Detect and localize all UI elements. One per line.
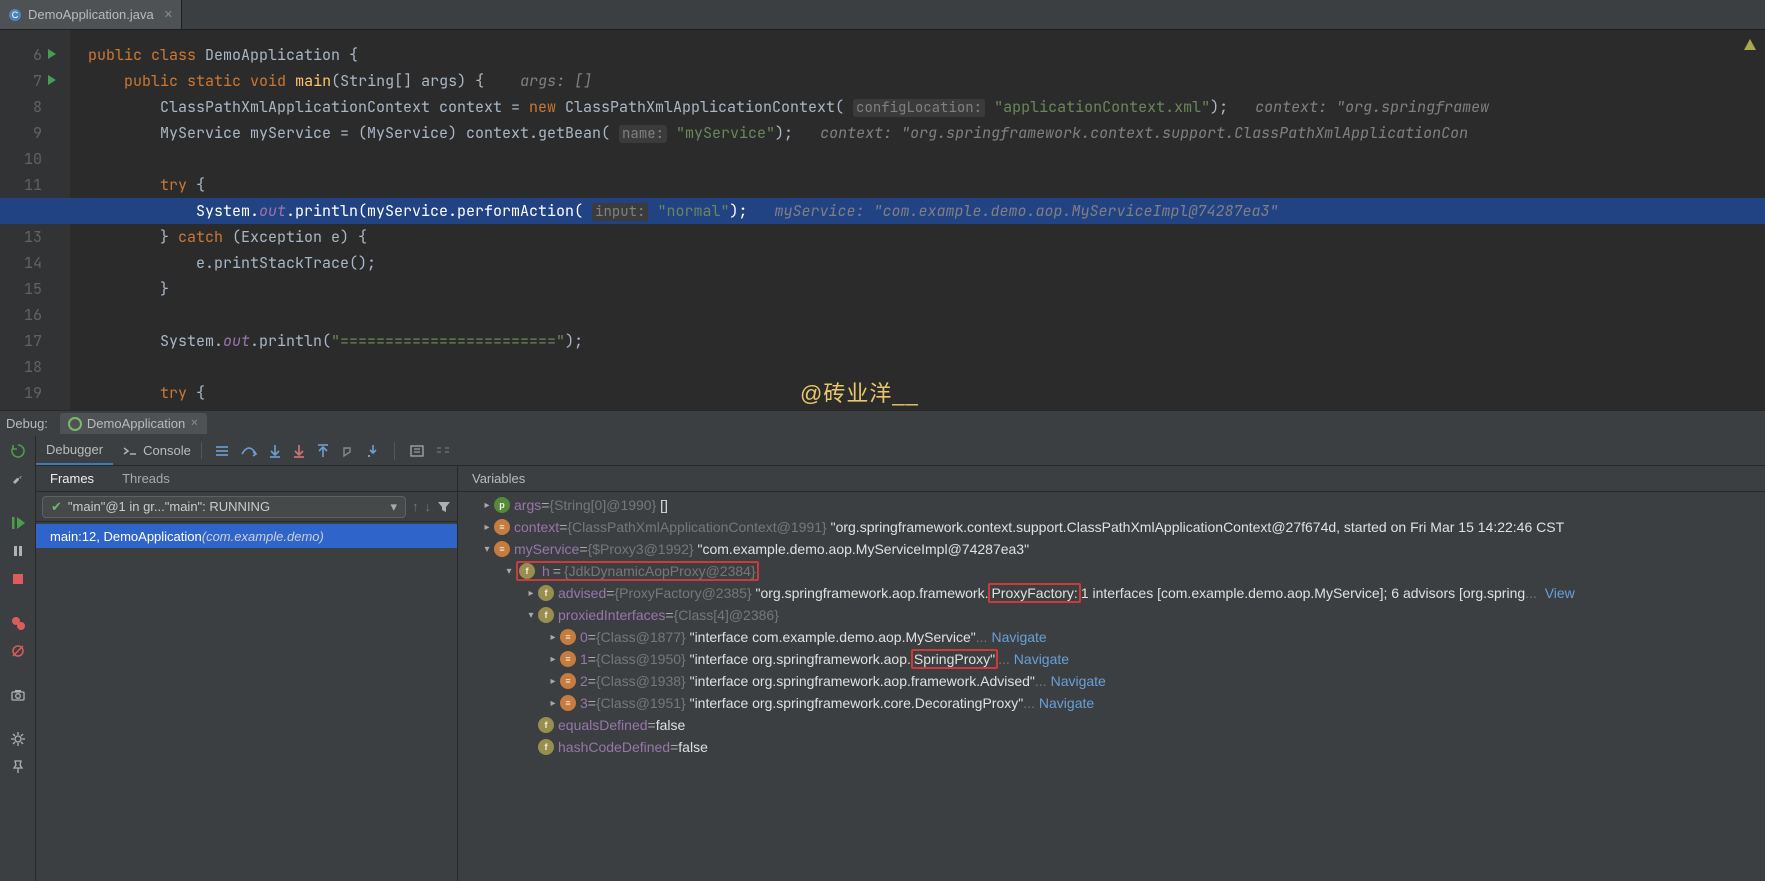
pin-icon[interactable] — [9, 758, 27, 776]
evaluate-icon[interactable] — [409, 444, 425, 458]
variables-panel: Variables ▸p args = {String[0]@1990} [] … — [458, 466, 1765, 881]
var-h[interactable]: ▾ f h = {JdkDynamicAopProxy@2384} — [458, 560, 1765, 582]
variables-tree[interactable]: ▸p args = {String[0]@1990} [] ▸≡ context… — [458, 492, 1765, 881]
var-advised[interactable]: ▸f advised = {ProxyFactory@2385} "org.sp… — [458, 582, 1765, 604]
var-equalsdefined[interactable]: ▸f equalsDefined = false — [458, 714, 1765, 736]
tab-console[interactable]: Console — [113, 436, 201, 465]
code-content[interactable]: public class DemoApplication { public st… — [70, 30, 1765, 410]
session-name: DemoApplication — [87, 416, 185, 431]
navigate-link[interactable]: Navigate — [991, 629, 1046, 645]
warning-icon[interactable] — [1743, 38, 1757, 52]
debug-label: Debug: — [6, 416, 48, 431]
debug-panel: Debug: DemoApplication ✕ — [0, 410, 1765, 881]
wrench-icon[interactable] — [9, 470, 27, 488]
watermark: @砖业洋__ — [800, 376, 919, 408]
run-to-cursor-icon[interactable] — [366, 444, 380, 458]
var-context[interactable]: ▸≡ context = {ClassPathXmlApplicationCon… — [458, 516, 1765, 538]
subtab-frames[interactable]: Frames — [50, 471, 94, 486]
settings-icon[interactable] — [9, 730, 27, 748]
step-out-icon[interactable] — [316, 444, 330, 458]
mute-breakpoints-icon[interactable] — [9, 642, 27, 660]
check-icon: ✔ — [51, 499, 62, 515]
run-gutter-icon[interactable] — [46, 48, 58, 60]
next-frame-icon[interactable]: ↓ — [425, 499, 432, 514]
navigate-link[interactable]: Navigate — [1039, 695, 1094, 711]
drop-frame-icon[interactable] — [340, 444, 356, 458]
show-exec-point-icon[interactable] — [214, 444, 230, 458]
breakpoint-icon[interactable] — [46, 203, 60, 217]
var-interface-3[interactable]: ▸≡ 3 = {Class@1951} "interface org.sprin… — [458, 692, 1765, 714]
var-args[interactable]: ▸p args = {String[0]@1990} [] — [458, 494, 1765, 516]
java-file-icon: C — [8, 8, 22, 22]
resume-icon[interactable] — [9, 514, 27, 532]
navigate-link[interactable]: Navigate — [1014, 651, 1069, 667]
var-myservice[interactable]: ▾≡ myService = {$Proxy3@1992} "com.examp… — [458, 538, 1765, 560]
var-proxiedinterfaces[interactable]: ▾f proxiedInterfaces = {Class[4]@2386} — [458, 604, 1765, 626]
var-interface-1[interactable]: ▸≡ 1 = {Class@1950} "interface org.sprin… — [458, 648, 1765, 670]
breakpoints-icon[interactable] — [9, 614, 27, 632]
gutter: 678910111213141516171819 — [0, 30, 70, 410]
trace-icon[interactable] — [435, 444, 451, 458]
pause-icon[interactable] — [9, 542, 27, 560]
filter-icon[interactable] — [437, 500, 451, 514]
stop-icon[interactable] — [9, 570, 27, 588]
thread-selector[interactable]: ✔ "main"@1 in gr..."main": RUNNING ▾ — [42, 496, 406, 518]
editor-area: C DemoApplication.java ✕ 678910111213141… — [0, 0, 1765, 410]
debug-left-toolbar — [0, 436, 36, 881]
view-link[interactable]: View — [1545, 585, 1575, 601]
rerun-icon[interactable] — [9, 442, 27, 460]
close-icon[interactable]: ✕ — [190, 418, 198, 429]
frames-panel: Frames Threads ✔ "main"@1 in gr..."main"… — [36, 466, 458, 881]
chevron-down-icon: ▾ — [390, 499, 397, 515]
close-icon[interactable]: ✕ — [164, 8, 173, 21]
svg-text:C: C — [12, 10, 19, 20]
spring-icon — [68, 417, 82, 431]
tab-debugger[interactable]: Debugger — [36, 436, 113, 465]
var-hashcodedefined[interactable]: ▸f hashCodeDefined = false — [458, 736, 1765, 758]
debug-header: Debug: DemoApplication ✕ — [0, 411, 1765, 436]
var-interface-0[interactable]: ▸≡ 0 = {Class@1877} "interface com.examp… — [458, 626, 1765, 648]
var-interface-2[interactable]: ▸≡ 2 = {Class@1938} "interface org.sprin… — [458, 670, 1765, 692]
frame-list: main:12, DemoApplication (com.example.de… — [36, 522, 457, 881]
editor-tab-demoapplication[interactable]: C DemoApplication.java ✕ — [0, 0, 182, 29]
frame-item[interactable]: main:12, DemoApplication (com.example.de… — [36, 524, 457, 548]
step-toolbar — [202, 436, 451, 465]
editor-tabbar: C DemoApplication.java ✕ — [0, 0, 1765, 30]
editor-tab-label: DemoApplication.java — [28, 7, 154, 22]
navigate-link[interactable]: Navigate — [1051, 673, 1106, 689]
code-editor[interactable]: 678910111213141516171819 public class De… — [0, 30, 1765, 410]
debug-session-tab[interactable]: DemoApplication ✕ — [60, 413, 207, 434]
force-step-into-icon[interactable] — [292, 444, 306, 458]
prev-frame-icon[interactable]: ↑ — [412, 499, 419, 514]
console-icon — [123, 445, 137, 457]
variables-header: Variables — [458, 466, 1765, 492]
step-over-icon[interactable] — [240, 444, 258, 458]
debugger-tabs: Debugger Console — [36, 436, 1765, 466]
run-gutter-icon[interactable] — [46, 74, 58, 86]
camera-icon[interactable] — [9, 686, 27, 704]
step-into-icon[interactable] — [268, 444, 282, 458]
subtab-threads[interactable]: Threads — [122, 471, 170, 486]
